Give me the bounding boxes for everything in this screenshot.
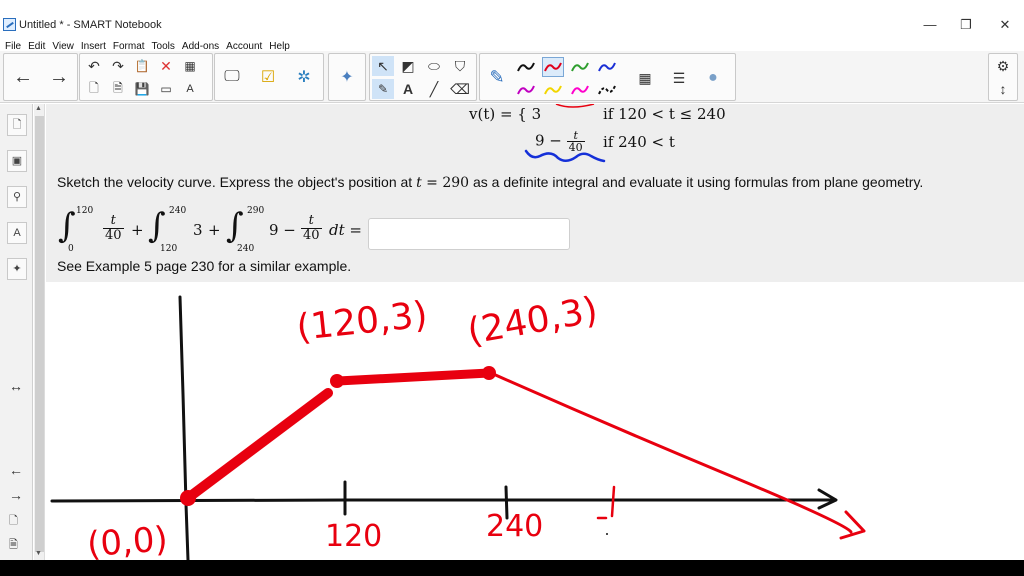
y-axis-stroke [178,295,190,560]
line-icon[interactable]: ╱ [423,79,445,99]
move-toolbar-icon[interactable]: ↕ [992,79,1014,99]
point-120-3 [330,374,344,388]
pen-color-swatch[interactable] [516,58,536,76]
smart-notebook-window: Untitled * - SMART Notebook — ❐ ✕ File Ed… [0,0,1024,576]
scroll-down-icon[interactable]: ▼ [35,550,42,557]
page-sorter-icon[interactable]: 🗋 [7,114,27,136]
fill-effects-icon[interactable]: ● [702,68,724,88]
pen-color-swatch[interactable] [543,81,563,99]
gallery-icon[interactable]: ▣ [7,150,27,172]
label-120-3: (120,3) [295,294,430,348]
tick-290 [610,485,616,518]
minimize-icon[interactable]: — [915,17,945,33]
notebook-page[interactable]: v(t) = { 3 if 120 < t ≤ 240 9 − t 40 if 2… [46,104,1024,560]
vertical-scrollbar[interactable]: ▲ ▼ [34,104,45,560]
undo-icon[interactable]: ↶ [83,56,105,76]
eraser-shape-icon[interactable]: ⬭ [423,56,445,76]
pen-color-swatch[interactable] [570,81,590,99]
color-grid-icon[interactable]: ▦ [634,68,656,88]
menu-bar: File Edit View Insert Format Tools Add-ons Acco… [0,36,1024,52]
pen-palette-group: ✎ ▦ ☰ ● [479,53,736,101]
point-240-3 [482,366,496,380]
sidebar-next-icon[interactable]: → [9,487,23,503]
sidebar: 🗋 ▣ ⚲ A ✦ ↔ ← → 🗋 🗎 [0,104,33,560]
drawing-tools-group: ↖ ◩ ⬭ ⛉ ✎ A ╱ ⌫ [369,53,477,101]
fill-icon[interactable]: ⛉ [449,56,471,76]
next-page-icon[interactable]: → [44,57,74,97]
velocity-arrowhead [839,510,866,540]
tools-group: 🖵 ☑ ✲ [214,53,324,101]
title-bar: Untitled * - SMART Notebook — ❐ ✕ [0,14,1024,36]
properties-icon[interactable]: A [7,222,27,244]
addons-icon[interactable]: ✲ [289,57,319,97]
select-icon[interactable]: ↖ [372,56,394,76]
smart-notebook-app-icon [3,18,16,31]
document-camera-icon[interactable]: 🖵 [217,57,247,97]
pen-tool-icon[interactable]: ✎ [482,57,512,97]
resize-sidebar-icon[interactable]: ↔ [9,378,23,394]
blue-underline-stroke [524,149,606,163]
pens-icon[interactable]: ✎ [372,79,394,99]
sidebar-delete-page-icon[interactable]: 🗎 [9,536,18,555]
new-page-icon[interactable]: 🗎 [107,79,129,99]
toolbar: ← → ↶ ↷ 📋 ✕ ▦ 🗋 🗎 💾 ▭ A 🖵 ☑ ✲ ✦ ↖ ◩ ⬭ ⛉ [0,51,1024,103]
label-tick-120: 120 [325,519,382,554]
velocity-segment-1 [183,388,333,503]
sidebar-add-page-icon[interactable]: 🗋 [9,512,18,531]
label-origin: (0,0) [86,519,169,560]
pen-color-swatch[interactable] [570,58,590,76]
red-mark-stroke [555,104,595,108]
pen-color-swatch[interactable] [597,81,617,99]
response-icon[interactable]: ☑ [253,57,283,97]
gear-icon[interactable]: ⚙ [992,56,1014,76]
bottom-border [0,560,1024,576]
attachments-icon[interactable]: ⚲ [7,186,27,208]
handwriting-icon[interactable]: A [179,79,201,99]
lab-group: ✦ [328,53,366,101]
label-240-3: (240,3) [464,290,600,353]
pen-color-swatch[interactable] [597,58,617,76]
shape-icon[interactable]: ◩ [397,56,419,76]
point-origin [180,490,196,506]
eraser-icon[interactable]: ⌫ [449,79,471,99]
label-tick-240: 240 [486,509,543,544]
redo-icon[interactable]: ↷ [107,56,129,76]
addons-panel-icon[interactable]: ✦ [7,258,27,280]
settings-group: ⚙ ↕ [988,53,1018,101]
restore-icon[interactable]: ❐ [951,17,981,33]
close-icon[interactable]: ✕ [990,17,1020,33]
pen-color-swatch[interactable] [542,57,564,77]
x-axis-stroke [50,498,836,503]
edit-group: ↶ ↷ 📋 ✕ ▦ 🗋 🗎 💾 ▭ A [79,53,213,101]
open-file-icon[interactable]: 🗋 [83,79,105,99]
text-icon[interactable]: A [397,79,419,99]
ink-annotations[interactable]: (120,3) (240,3) (0,0) 120 240 [46,104,1024,560]
velocity-segment-3 [489,371,853,534]
lab-activity-icon[interactable]: ✦ [332,57,362,97]
navigation-group: ← → [3,53,78,101]
table-icon[interactable]: ▦ [179,56,201,76]
paste-icon[interactable]: 📋 [131,56,153,76]
sidebar-previous-icon[interactable]: ← [9,462,23,478]
scroll-thumb[interactable] [35,116,44,552]
screen-shade-icon[interactable]: ▭ [155,79,177,99]
line-style-icon[interactable]: ☰ [668,68,690,88]
window-title: Untitled * - SMART Notebook [19,19,162,31]
velocity-segment-2 [333,368,494,386]
scroll-up-icon[interactable]: ▲ [35,105,42,112]
delete-icon[interactable]: ✕ [155,56,177,76]
pen-color-swatch[interactable] [516,81,536,99]
save-icon[interactable]: 💾 [131,79,153,99]
previous-page-icon[interactable]: ← [8,57,38,97]
